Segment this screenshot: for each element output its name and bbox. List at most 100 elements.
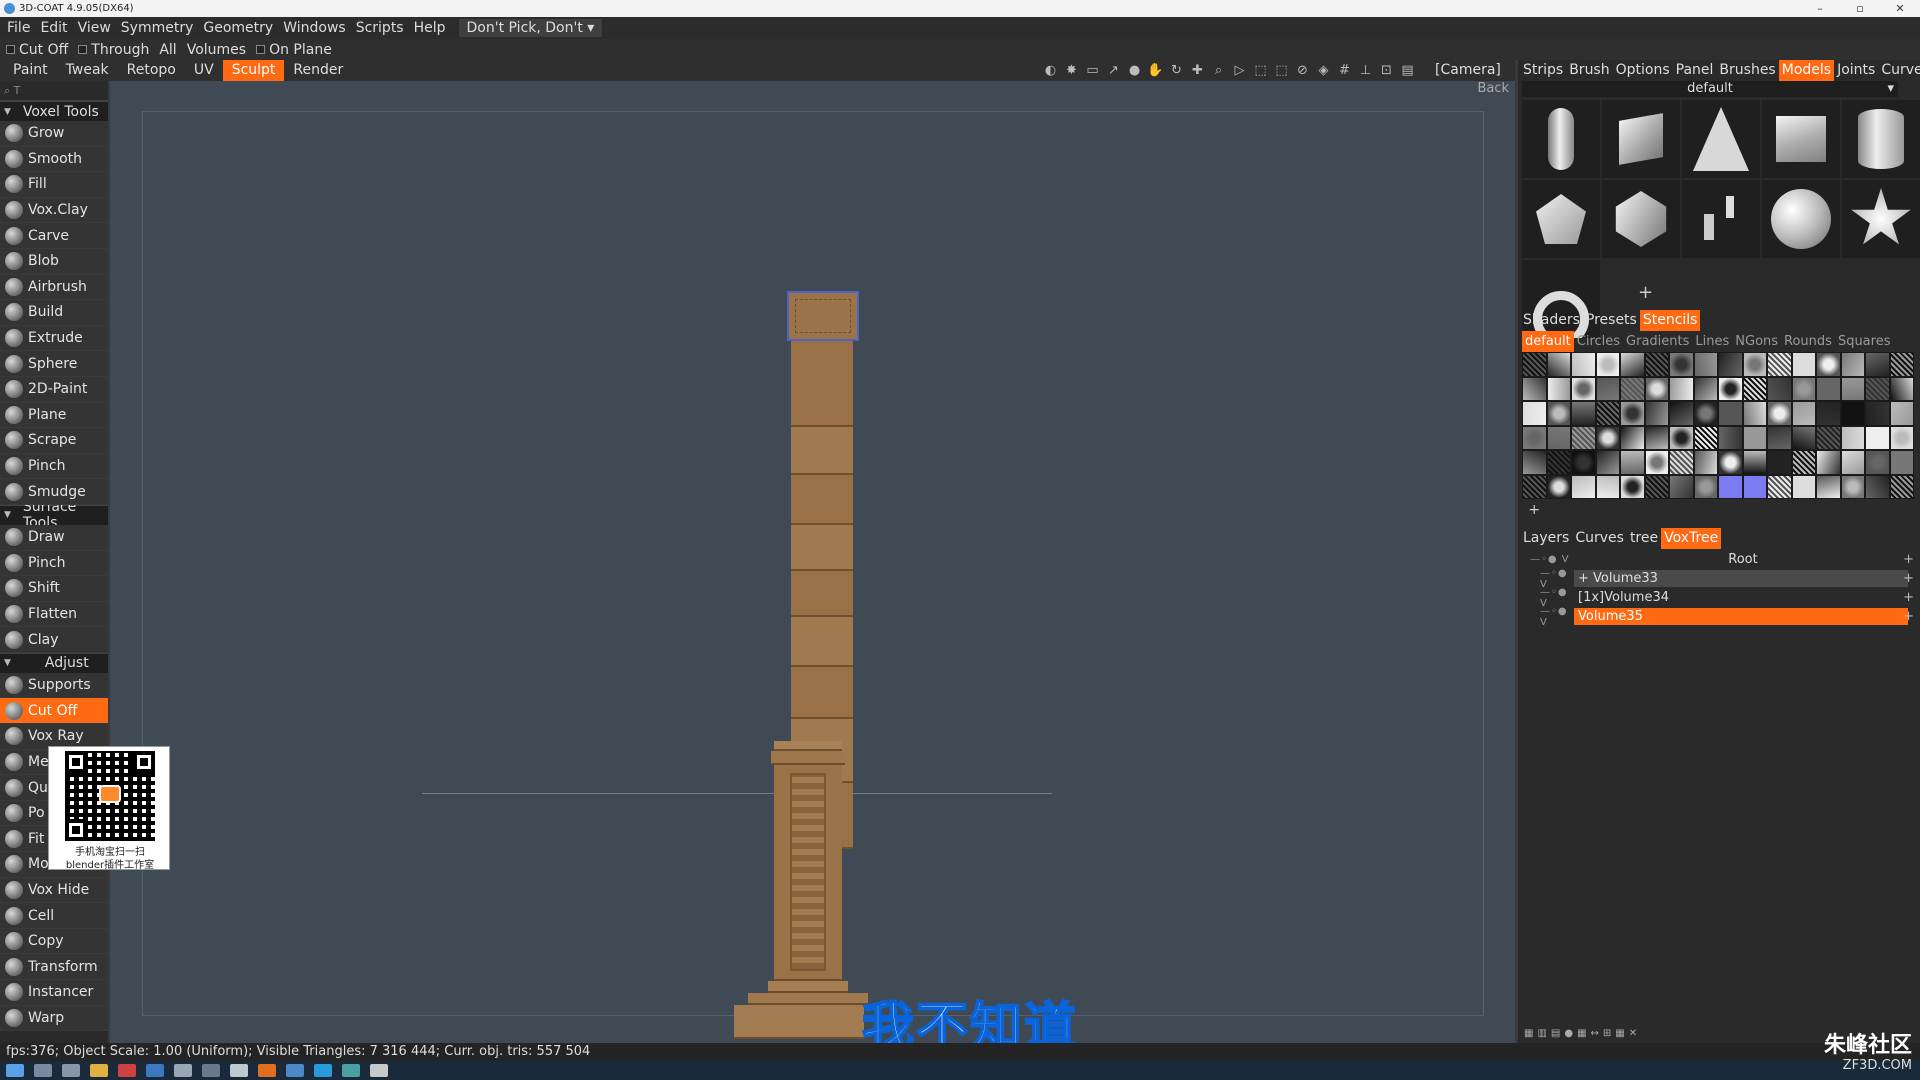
pan-icon[interactable]: ✋ — [1145, 63, 1166, 78]
stencil-thumbnail[interactable] — [1767, 376, 1792, 401]
model-cone[interactable] — [1682, 100, 1760, 178]
minimize-icon[interactable]: – — [1800, 0, 1840, 17]
maximize-icon[interactable]: ▫ — [1840, 0, 1880, 17]
maximize-view-icon[interactable]: ⊡ — [1376, 63, 1397, 78]
stencil-thumbnail[interactable] — [1571, 401, 1596, 426]
stencil-set-rounds[interactable]: Rounds — [1781, 331, 1835, 352]
stencil-set-squares[interactable]: Squares — [1835, 331, 1894, 352]
rotate-icon[interactable]: ↻ — [1166, 63, 1187, 78]
room-tweak[interactable]: Tweak — [57, 60, 118, 81]
tool-instancer[interactable]: Instancer — [0, 980, 108, 1006]
menu-windows[interactable]: Windows — [278, 20, 351, 36]
menu-view[interactable]: View — [73, 20, 116, 36]
add-volume-icon[interactable]: + — [1903, 590, 1914, 605]
menu-edit[interactable]: Edit — [35, 20, 72, 36]
tab-brush[interactable]: Brush — [1566, 60, 1612, 81]
tab-curves-bottom[interactable]: Curves — [1572, 528, 1627, 549]
stencil-thumbnail[interactable] — [1522, 352, 1547, 377]
axis-icon[interactable]: ⊥ — [1355, 63, 1376, 78]
tool-blob[interactable]: Blob — [0, 248, 108, 275]
stencil-thumbnail[interactable] — [1546, 474, 1571, 499]
tool-airbrush[interactable]: Airbrush — [0, 274, 108, 301]
tool-vox-clay[interactable]: Vox.Clay — [0, 197, 108, 224]
menu-geometry[interactable]: Geometry — [198, 20, 278, 36]
stencil-thumbnail[interactable] — [1767, 352, 1792, 377]
stencil-thumbnail[interactable] — [1767, 474, 1792, 499]
stencil-thumbnail[interactable] — [1791, 401, 1816, 426]
stencil-thumbnail[interactable] — [1840, 425, 1865, 450]
stencil-set-circles[interactable]: Circles — [1574, 331, 1623, 352]
voxtree-item-selected[interactable]: —◦● V Volume35 + — [1518, 606, 1920, 628]
tool-build[interactable]: Build — [0, 300, 108, 326]
expand-icon[interactable]: + — [1578, 571, 1593, 586]
stencil-thumbnail[interactable] — [1595, 401, 1620, 426]
room-render[interactable]: Render — [284, 60, 352, 81]
stencil-thumbnail[interactable] — [1865, 401, 1890, 426]
stencil-thumbnail[interactable] — [1791, 376, 1816, 401]
stencil-thumbnail[interactable] — [1669, 376, 1694, 401]
model-stellated[interactable] — [1842, 180, 1920, 258]
stencil-set-default[interactable]: default — [1522, 331, 1574, 352]
tool-clay[interactable]: Clay — [0, 627, 108, 653]
tab-presets[interactable]: Presets — [1583, 310, 1640, 331]
stencil-thumbnail[interactable] — [1522, 450, 1547, 475]
stencil-thumbnail[interactable] — [1840, 474, 1865, 499]
stencil-thumbnail[interactable] — [1595, 425, 1620, 450]
stencil-thumbnail[interactable] — [1742, 352, 1767, 377]
app-icon[interactable] — [314, 1064, 332, 1077]
stencil-thumbnail[interactable] — [1620, 352, 1645, 377]
add-volume-icon[interactable]: + — [1903, 552, 1914, 567]
model-box[interactable] — [1762, 100, 1840, 178]
new-stencil-button[interactable]: + — [1522, 499, 1547, 524]
stencil-thumbnail[interactable] — [1767, 450, 1792, 475]
stencil-set-ngons[interactable]: NGons — [1732, 331, 1781, 352]
stencil-thumbnail[interactable] — [1865, 450, 1890, 475]
tool-copy[interactable]: Copy — [0, 928, 108, 955]
tool-extrude[interactable]: Extrude — [0, 325, 108, 352]
tool-warp[interactable]: Warp — [0, 1005, 108, 1032]
stencil-thumbnail[interactable] — [1742, 401, 1767, 426]
stencil-thumbnail[interactable] — [1669, 425, 1694, 450]
all-option[interactable]: All — [159, 42, 176, 58]
visibility-toggle-icon[interactable]: —◦● V — [1518, 554, 1574, 565]
pick-mode-dropdown[interactable]: Don't Pick, Don't ▾ — [458, 19, 603, 37]
no-icon[interactable]: ⊘ — [1292, 63, 1313, 78]
stencil-thumbnail[interactable] — [1840, 401, 1865, 426]
stencil-thumbnail[interactable] — [1742, 425, 1767, 450]
stencil-thumbnail[interactable] — [1546, 352, 1571, 377]
tool-vox-hide[interactable]: Vox Hide — [0, 877, 108, 904]
room-retopo[interactable]: Retopo — [118, 60, 185, 81]
stencil-thumbnail[interactable] — [1571, 425, 1596, 450]
camera-mode[interactable]: [Camera] — [1435, 60, 1501, 81]
stencil-thumbnail[interactable] — [1620, 425, 1645, 450]
frame-icon[interactable]: ⬚ — [1250, 63, 1271, 78]
search-icon[interactable] — [34, 1064, 52, 1077]
stencil-thumbnail[interactable] — [1767, 425, 1792, 450]
stencil-thumbnail[interactable] — [1816, 352, 1841, 377]
image-icon[interactable]: ▭ — [1082, 63, 1103, 78]
room-uv[interactable]: UV — [185, 60, 223, 81]
tool-cut-off[interactable]: Cut Off — [0, 698, 108, 725]
light-icon[interactable]: ✸ — [1061, 63, 1082, 78]
stencil-thumbnail[interactable] — [1693, 474, 1718, 499]
stencil-thumbnail[interactable] — [1644, 474, 1669, 499]
volumes-option[interactable]: Volumes — [187, 42, 246, 58]
stencil-thumbnail[interactable] — [1546, 425, 1571, 450]
stencil-thumbnail[interactable] — [1595, 376, 1620, 401]
stencil-thumbnail[interactable] — [1816, 376, 1841, 401]
move-icon[interactable]: ✚ — [1187, 63, 1208, 78]
zoom-icon[interactable]: ⌕ — [1208, 63, 1229, 78]
tool-grow[interactable]: Grow — [0, 121, 108, 147]
stencil-thumbnail[interactable] — [1791, 425, 1816, 450]
stencil-thumbnail[interactable] — [1669, 352, 1694, 377]
stencil-thumbnail[interactable] — [1889, 376, 1914, 401]
model-sphere[interactable] — [1762, 180, 1840, 258]
stencil-thumbnail[interactable] — [1718, 401, 1743, 426]
stencil-thumbnail[interactable] — [1644, 425, 1669, 450]
tab-strips[interactable]: Strips — [1520, 60, 1566, 81]
tool-draw[interactable]: Draw — [0, 524, 108, 551]
stencil-set-gradients[interactable]: Gradients — [1623, 331, 1692, 352]
on-plane-checkbox[interactable]: On Plane — [256, 42, 332, 58]
room-sculpt[interactable]: Sculpt — [222, 60, 285, 81]
stencil-thumbnail[interactable] — [1791, 474, 1816, 499]
